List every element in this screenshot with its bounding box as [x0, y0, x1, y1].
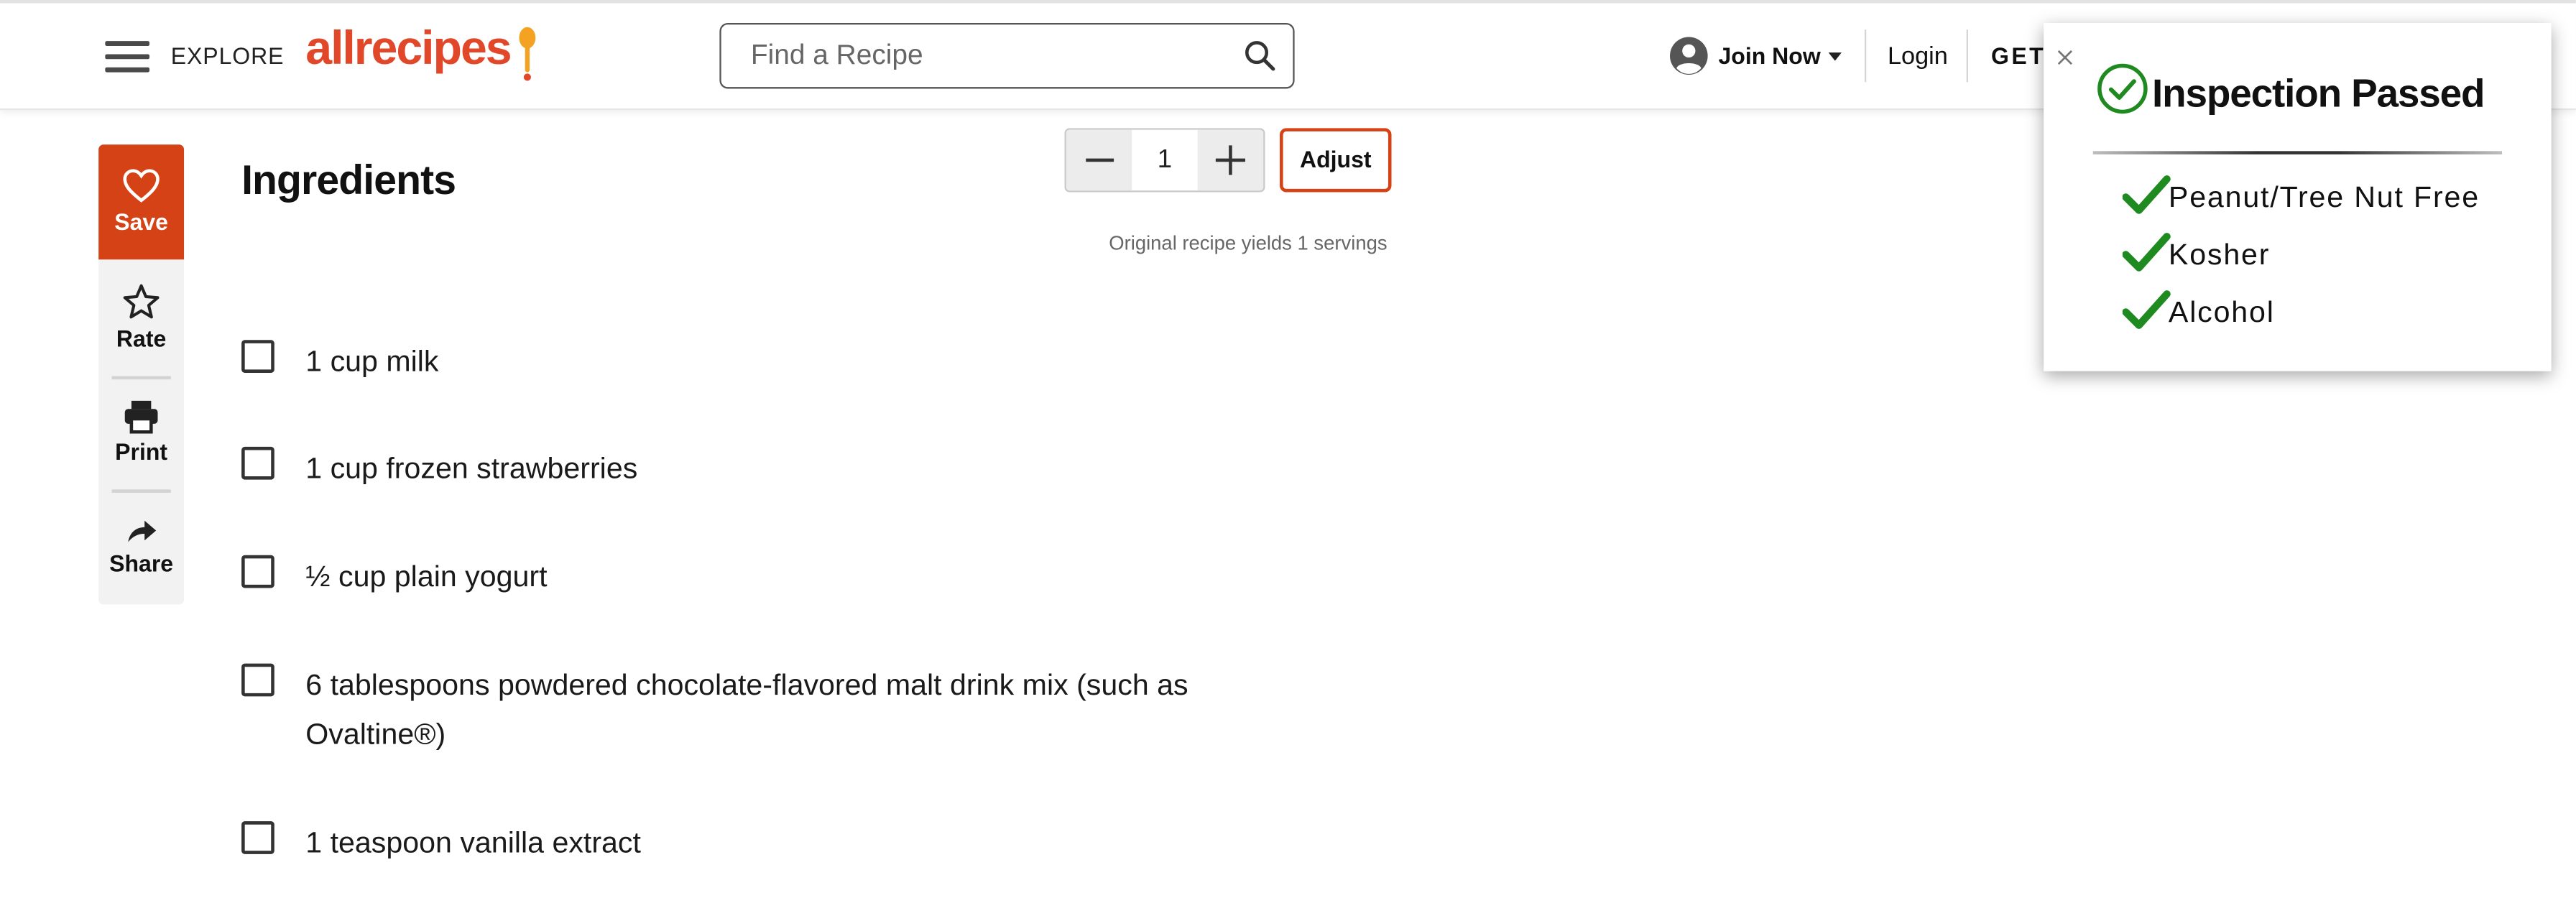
ingredient-checkbox[interactable] [241, 555, 274, 588]
plus-icon [1215, 145, 1246, 175]
ingredient-text: ½ cup plain yogurt [305, 560, 548, 593]
inspection-item: Kosher [2122, 233, 2549, 284]
join-now-button[interactable]: Join Now [1718, 42, 1820, 69]
heart-icon [123, 169, 160, 203]
explore-link[interactable]: EXPLORE [171, 42, 285, 69]
spoon-icon [519, 27, 536, 81]
save-button[interactable]: Save [98, 144, 185, 260]
yield-note: Original recipe yields 1 servings [1109, 231, 1388, 255]
inspection-popup: Inspection Passed Peanut/Tree Nut Free K… [2044, 23, 2552, 371]
rate-button[interactable]: Rate [98, 282, 184, 351]
ingredient-text: 1 cup milk [305, 345, 439, 378]
rate-label: Rate [116, 325, 167, 352]
print-button[interactable]: Print [98, 399, 184, 465]
inspection-title: Inspection Passed [2152, 72, 2485, 117]
star-icon [123, 284, 160, 319]
get-link[interactable]: GET [1991, 42, 2046, 69]
ingredient-text: 1 teaspoon vanilla extract [305, 826, 641, 859]
popup-divider [2092, 151, 2503, 154]
account-circle-icon[interactable] [1669, 36, 1709, 75]
page: EXPLORE allrecipes Join Now Login GET [0, 0, 2576, 898]
header-divider [1864, 29, 1867, 83]
inspection-item: Peanut/Tree Nut Free [2122, 175, 2549, 226]
checkmark-icon [2122, 175, 2171, 214]
checkmark-icon [2122, 290, 2171, 329]
search-icon[interactable] [1244, 40, 1277, 73]
share-button[interactable]: Share [98, 516, 184, 577]
ingredients-heading: Ingredients [241, 157, 456, 204]
recipe-action-rail: Save Rate Print Share [98, 144, 185, 605]
hamburger-menu-icon[interactable] [105, 41, 150, 74]
inspection-item-label: Alcohol [2168, 295, 2275, 329]
servings-value[interactable]: 1 [1132, 130, 1197, 191]
rail-divider [111, 489, 171, 493]
ingredient-checkbox[interactable] [241, 446, 274, 480]
ingredient-text: 1 cup frozen strawberries [305, 451, 638, 485]
header-divider [1966, 29, 1968, 83]
decrease-servings-button[interactable] [1066, 129, 1132, 191]
search-box [719, 23, 1295, 89]
site-logo[interactable]: allrecipes [305, 23, 512, 77]
rail-divider [111, 376, 171, 380]
adjust-button[interactable]: Adjust [1280, 128, 1392, 193]
chevron-down-icon[interactable] [1828, 52, 1842, 61]
inspection-item: Alcohol [2122, 290, 2549, 342]
ingredient-checkbox[interactable] [241, 340, 274, 373]
close-icon[interactable] [2054, 46, 2077, 69]
inspection-item-label: Peanut/Tree Nut Free [2168, 180, 2480, 214]
ingredient-text: 6 tablespoons powdered chocolate-flavore… [305, 668, 1188, 751]
search-input[interactable] [722, 26, 1216, 85]
share-label: Share [109, 550, 174, 577]
checkmark-icon [2122, 233, 2171, 272]
check-circle-icon [2097, 63, 2148, 114]
servings-stepper: 1 [1064, 128, 1265, 193]
minus-icon [1086, 158, 1114, 162]
inspection-item-label: Kosher [2168, 238, 2271, 272]
share-arrow-icon [128, 520, 157, 542]
printer-icon [124, 400, 158, 434]
print-label: Print [115, 438, 168, 466]
save-label: Save [114, 208, 168, 235]
login-link[interactable]: Login [1888, 42, 1948, 70]
ingredient-checkbox[interactable] [241, 821, 274, 854]
increase-servings-button[interactable] [1197, 129, 1264, 191]
ingredient-checkbox[interactable] [241, 663, 274, 697]
